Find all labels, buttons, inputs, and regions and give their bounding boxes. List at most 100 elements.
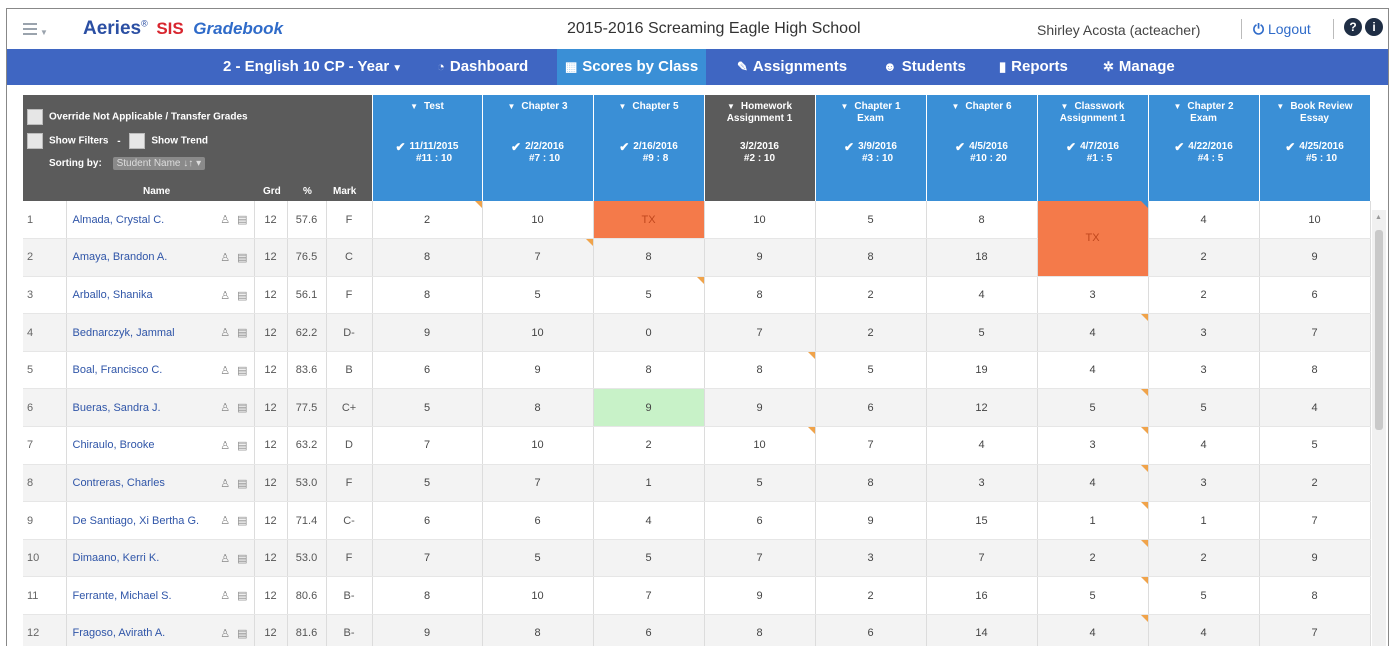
vertical-scrollbar[interactable]: ▲: [1372, 210, 1386, 646]
score-cell[interactable]: 8: [815, 464, 927, 503]
score-cell[interactable]: 8: [482, 614, 594, 646]
score-cell[interactable]: 7: [926, 539, 1038, 578]
score-cell[interactable]: 2: [815, 576, 927, 616]
logout-link[interactable]: ⏻ Logout: [1253, 21, 1311, 38]
score-cell[interactable]: 8: [372, 576, 483, 616]
student-name[interactable]: Boal, Francisco C.: [73, 364, 163, 376]
student-info-icon[interactable]: ♙ ▤: [220, 627, 249, 640]
score-cell[interactable]: 7: [372, 426, 483, 465]
score-cell[interactable]: 8: [704, 351, 816, 390]
score-cell[interactable]: 9: [704, 576, 816, 616]
dropdown-icon[interactable]: ▼: [951, 102, 959, 111]
score-cell[interactable]: 2: [815, 276, 927, 315]
comment-flag-icon[interactable]: [1140, 502, 1147, 510]
menu-icon[interactable]: ▼: [23, 21, 48, 37]
score-cell[interactable]: 4: [1037, 313, 1149, 352]
scroll-up-icon[interactable]: ▲: [1375, 214, 1382, 221]
nav-manage[interactable]: ✲ Manage: [1095, 49, 1183, 85]
score-cell[interactable]: 4: [1148, 201, 1260, 240]
score-cell[interactable]: 9: [593, 388, 705, 428]
score-cell[interactable]: 5: [815, 201, 927, 240]
score-cell[interactable]: 1: [593, 464, 705, 503]
nav-assignments[interactable]: ✎ Assignments: [729, 49, 855, 85]
student-name[interactable]: Chiraulo, Brooke: [73, 439, 155, 451]
score-cell[interactable]: 4: [1037, 351, 1149, 390]
comment-flag-icon[interactable]: [1140, 577, 1147, 585]
score-cell[interactable]: 5: [1148, 388, 1260, 428]
score-cell[interactable]: 7: [593, 576, 705, 616]
score-cell[interactable]: 6: [815, 614, 927, 646]
score-cell[interactable]: 3: [1148, 464, 1260, 503]
dropdown-icon[interactable]: ▼: [840, 102, 848, 111]
nav-scores-by-class[interactable]: ▦ Scores by Class: [557, 49, 707, 85]
help-icon[interactable]: ?: [1344, 18, 1362, 36]
score-cell[interactable]: 4: [1148, 614, 1260, 646]
student-info-icon[interactable]: ♙ ▤: [220, 514, 249, 527]
score-cell[interactable]: TX: [1037, 201, 1149, 277]
student-name[interactable]: Bednarczyk, Jammal: [73, 327, 175, 339]
score-cell[interactable]: 7: [815, 426, 927, 465]
dropdown-icon[interactable]: ▼: [1061, 102, 1069, 111]
score-cell[interactable]: 4: [1148, 426, 1260, 465]
student-info-icon[interactable]: ♙ ▤: [220, 364, 249, 377]
score-cell[interactable]: 2: [1148, 276, 1260, 315]
student-name-cell[interactable]: Boal, Francisco C. ♙ ▤: [66, 351, 255, 390]
comment-flag-icon[interactable]: [1140, 201, 1147, 208]
comment-flag-icon[interactable]: [1140, 389, 1147, 397]
student-name-cell[interactable]: Bednarczyk, Jammal ♙ ▤: [66, 313, 255, 352]
assignment-header[interactable]: ▼ Chapter 2 Exam ✔ 4/22/2016 #4 : 5: [1148, 95, 1260, 201]
name-column-header[interactable]: Name: [143, 186, 170, 197]
score-cell[interactable]: 3: [1148, 313, 1260, 352]
mark-column-header[interactable]: Mark: [333, 186, 356, 197]
assignment-header[interactable]: ▼ Chapter 5 ✔ 2/16/2016 #9 : 8: [593, 95, 705, 201]
show-filters-checkbox[interactable]: [27, 133, 43, 149]
student-name[interactable]: Contreras, Charles: [73, 477, 165, 489]
score-cell[interactable]: 7: [1259, 313, 1371, 352]
score-cell[interactable]: 5: [704, 464, 816, 503]
score-cell[interactable]: 6: [815, 388, 927, 428]
score-cell[interactable]: 9: [704, 388, 816, 428]
student-name-cell[interactable]: Contreras, Charles ♙ ▤: [66, 464, 255, 503]
score-cell[interactable]: 3: [815, 539, 927, 578]
class-selector[interactable]: 2 - English 10 CP - Year ▼: [215, 49, 410, 85]
grade-column-header[interactable]: Grd: [263, 186, 281, 197]
score-cell[interactable]: 15: [926, 501, 1038, 540]
comment-flag-icon[interactable]: [1140, 615, 1147, 623]
score-cell[interactable]: 6: [372, 351, 483, 390]
score-cell[interactable]: 8: [1259, 576, 1371, 616]
student-name-cell[interactable]: Ferrante, Michael S. ♙ ▤: [66, 576, 255, 616]
student-name-cell[interactable]: Almada, Crystal C. ♙ ▤: [66, 201, 255, 240]
assignment-header[interactable]: ▼ Chapter 1 Exam ✔ 3/9/2016 #3 : 10: [815, 95, 927, 201]
score-cell[interactable]: 6: [482, 501, 594, 540]
score-cell[interactable]: 10: [704, 201, 816, 240]
score-cell[interactable]: 1: [1037, 501, 1149, 540]
score-cell[interactable]: 3: [1037, 426, 1149, 465]
score-cell[interactable]: 10: [482, 201, 594, 240]
score-cell[interactable]: 9: [372, 614, 483, 646]
score-cell[interactable]: 7: [1259, 501, 1371, 540]
score-cell[interactable]: 3: [926, 464, 1038, 503]
score-cell[interactable]: 12: [926, 388, 1038, 428]
score-cell[interactable]: 8: [704, 614, 816, 646]
score-cell[interactable]: 2: [1037, 539, 1149, 578]
dropdown-icon[interactable]: ▼: [1276, 102, 1284, 111]
student-name-cell[interactable]: Bueras, Sandra J. ♙ ▤: [66, 388, 255, 428]
nav-dashboard[interactable]: ◔ Dashboard: [429, 49, 536, 85]
score-cell[interactable]: 5: [1037, 388, 1149, 428]
score-cell[interactable]: 2: [593, 426, 705, 465]
score-cell[interactable]: 6: [1259, 276, 1371, 315]
sort-select[interactable]: Student Name ↓↑ ▾: [112, 157, 206, 170]
student-name-cell[interactable]: Amaya, Brandon A. ♙ ▤: [66, 238, 255, 277]
score-cell[interactable]: 4: [926, 276, 1038, 315]
student-name[interactable]: Ferrante, Michael S.: [73, 590, 172, 602]
dropdown-icon[interactable]: ▼: [1173, 102, 1181, 111]
score-cell[interactable]: 7: [704, 539, 816, 578]
nav-students[interactable]: ☻ Students: [875, 49, 974, 85]
score-cell[interactable]: 9: [815, 501, 927, 540]
score-cell[interactable]: 5: [815, 351, 927, 390]
score-cell[interactable]: 8: [372, 238, 483, 277]
score-cell[interactable]: 7: [1259, 614, 1371, 646]
student-name[interactable]: Bueras, Sandra J.: [73, 402, 161, 414]
student-info-icon[interactable]: ♙ ▤: [220, 401, 249, 414]
comment-flag-icon[interactable]: [696, 276, 703, 284]
